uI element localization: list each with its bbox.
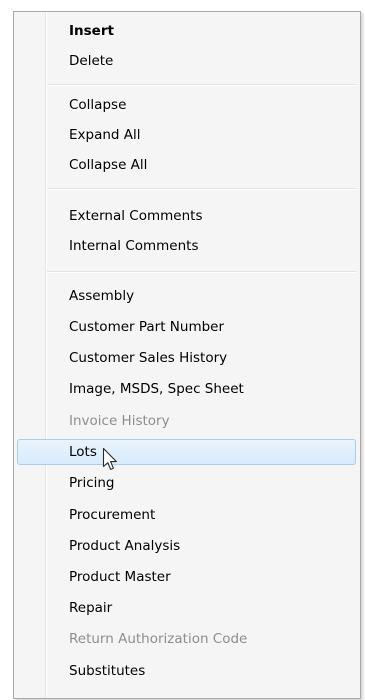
menu-item-substitutes[interactable]: Substitutes [17,658,356,684]
menu-item-label: Customer Sales History [69,350,228,366]
menu-item-collapse[interactable]: Collapse [17,92,356,118]
menu-item-product-master[interactable]: Product Master [17,564,356,590]
menu-separator [47,271,356,273]
menu-item-label: Customer Part Number [69,319,225,335]
menu-item-label: Pricing [69,475,115,491]
menu-item-label: Product Master [69,569,171,585]
menu-item-assembly[interactable]: Assembly [17,283,356,309]
menu-item-label: Repair [69,600,113,616]
menu-item-label: Delete [69,53,114,69]
menu-item-label: External Comments [69,208,203,224]
menu-item-delete[interactable]: Delete [17,48,356,74]
menu-item-lots[interactable]: Lots [17,439,356,465]
menu-item-label: Internal Comments [69,238,199,254]
menu-separator [47,188,356,190]
menu-item-expand-all[interactable]: Expand All [17,122,356,148]
mouse-pointer-arrow-icon [102,447,117,470]
menu-item-label: Assembly [69,288,135,304]
menu-item-pricing[interactable]: Pricing [17,470,356,496]
menu-item-image-msds-spec-sheet[interactable]: Image, MSDS, Spec Sheet [17,376,356,402]
menu-item-repair[interactable]: Repair [17,595,356,621]
menu-item-label: Image, MSDS, Spec Sheet [69,381,244,397]
menu-item-customer-part-number[interactable]: Customer Part Number [17,314,356,340]
menu-item-label: Procurement [69,507,156,523]
menu-item-label: Collapse All [69,157,148,173]
menu-item-label: Return Authorization Code [69,631,248,647]
menu-item-customer-sales-history[interactable]: Customer Sales History [17,345,356,371]
menu-item-internal-comments[interactable]: Internal Comments [17,233,356,259]
menu-item-procurement[interactable]: Procurement [17,502,356,528]
menu-item-product-analysis[interactable]: Product Analysis [17,533,356,559]
menu-item-label: Invoice History [69,413,170,429]
menu-item-return-authorization-code: Return Authorization Code [17,626,356,652]
menu-item-label: Collapse [69,97,127,113]
menu-item-label: Lots [69,444,97,460]
menu-item-collapse-all[interactable]: Collapse All [17,152,356,178]
menu-item-label: Substitutes [69,663,146,679]
menu-item-label: Insert [69,23,114,39]
context-menu: Insert Delete Collapse Expand All Collap… [13,11,361,699]
menu-item-external-comments[interactable]: External Comments [17,203,356,229]
menu-item-insert[interactable]: Insert [17,18,356,44]
menu-item-invoice-history: Invoice History [17,408,356,434]
menu-item-label: Product Analysis [69,538,181,554]
menu-separator [47,84,356,86]
screen: Insert Delete Collapse Expand All Collap… [0,0,365,700]
menu-item-label: Expand All [69,127,141,143]
